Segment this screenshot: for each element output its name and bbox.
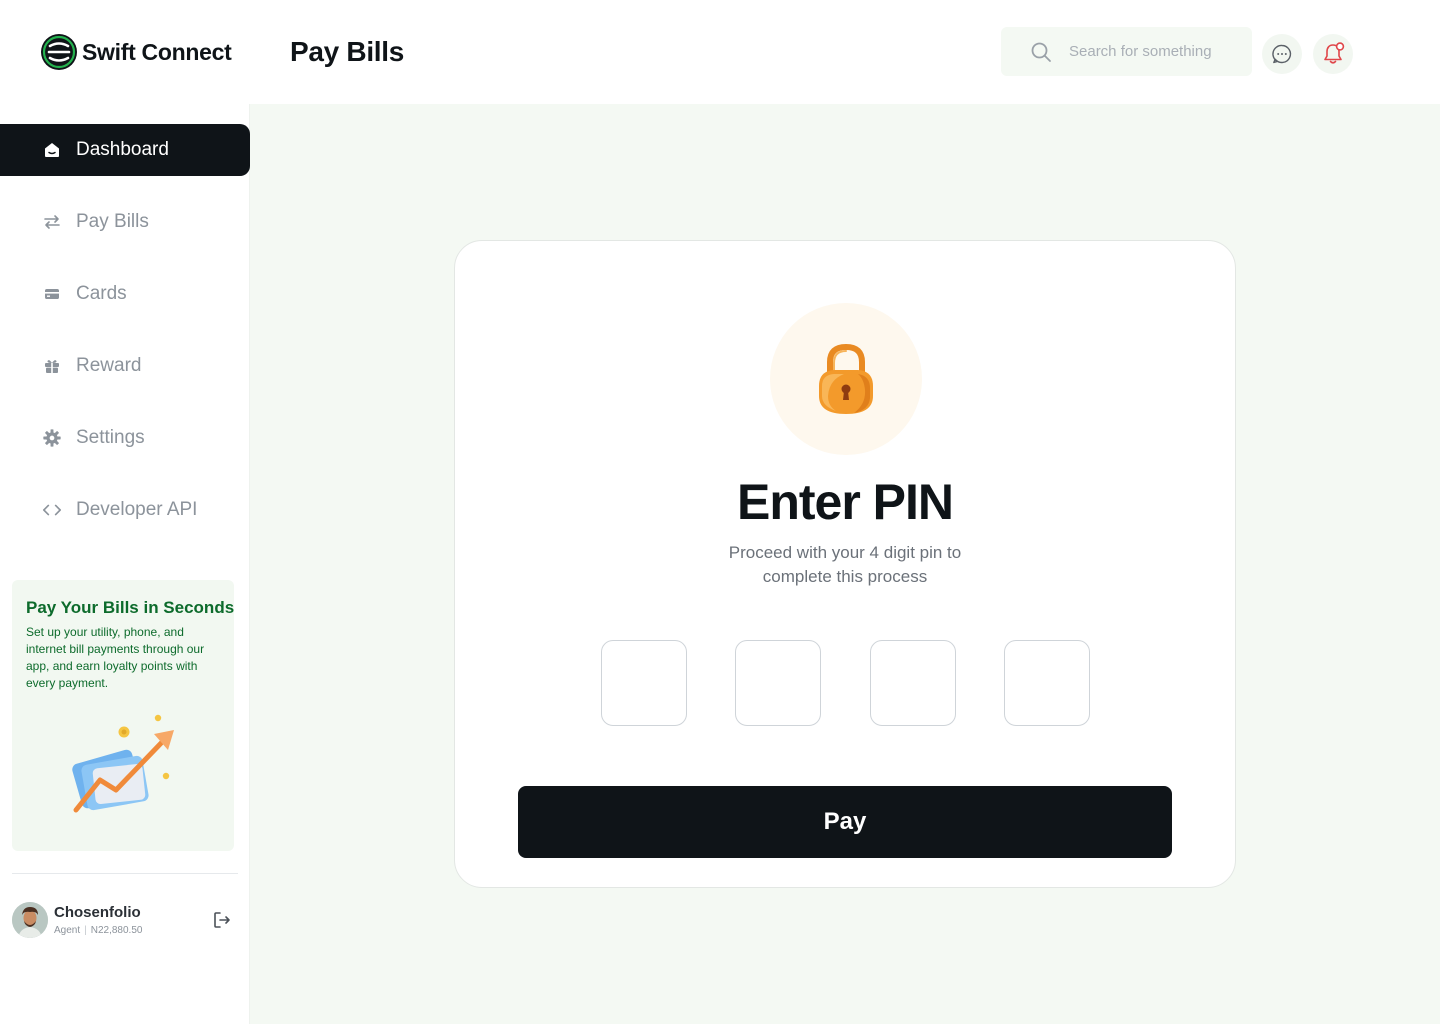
pin-digit-2[interactable] <box>735 640 821 726</box>
sidebar-divider <box>12 873 238 874</box>
profile-balance: N22,880.50 <box>90 925 143 936</box>
user-profile: Chosenfolio Agent | N22,880.50 <box>12 902 238 942</box>
sidebar-item-label: Settings <box>76 427 145 448</box>
home-icon <box>42 140 62 160</box>
promo-card: Pay Your Bills in Seconds Set up your ut… <box>12 580 234 851</box>
pay-button[interactable]: Pay <box>518 786 1172 858</box>
pin-title: Enter PIN <box>736 474 954 530</box>
search-input[interactable] <box>1069 39 1239 63</box>
promo-title: Pay Your Bills in Seconds <box>26 598 235 617</box>
swift-connect-logo-icon <box>41 34 77 70</box>
sidebar-item-dashboard[interactable]: Dashboard <box>0 124 250 176</box>
pin-dialog: Enter PIN Proceed with your 4 digit pin … <box>454 240 1236 888</box>
profile-meta: Agent | N22,880.50 <box>54 925 142 936</box>
promo-text: Set up your utility, phone, and internet… <box>26 625 205 690</box>
logout-icon[interactable] <box>212 910 232 930</box>
sidebar-item-label: Pay Bills <box>76 211 149 232</box>
search-bar[interactable] <box>1001 27 1252 76</box>
meta-separator: | <box>84 925 87 936</box>
app-name: Swift Connect <box>82 38 232 65</box>
pin-digit-1[interactable] <box>601 640 687 726</box>
sidebar-item-label: Reward <box>76 355 142 376</box>
card-icon <box>42 284 62 304</box>
sidebar-item-developer-api[interactable]: Developer API <box>0 484 250 536</box>
transfer-arrows-icon <box>42 212 62 232</box>
pin-subtitle: Proceed with your 4 digit pin to complet… <box>728 543 962 586</box>
sidebar-item-reward[interactable]: Reward <box>0 340 250 392</box>
sidebar-item-label: Cards <box>76 283 127 304</box>
top-header: Swift Connect Pay Bills <box>0 0 1440 104</box>
sidebar-item-settings[interactable]: Settings <box>0 412 250 464</box>
main-content: Enter PIN Proceed with your 4 digit pin … <box>250 104 1440 1024</box>
page-title: Pay Bills <box>290 36 405 67</box>
sidebar: Dashboard Pay Bills Cards Reward Setting… <box>0 104 250 1024</box>
notifications-button[interactable] <box>1313 34 1353 74</box>
pin-digit-4[interactable] <box>1004 640 1090 726</box>
sidebar-item-label: Dashboard <box>76 139 169 160</box>
pin-digit-3[interactable] <box>870 640 956 726</box>
app-logo[interactable]: Swift Connect <box>40 33 232 71</box>
profile-role: Agent <box>54 925 81 936</box>
sidebar-item-label: Developer API <box>76 499 198 520</box>
sidebar-item-cards[interactable]: Cards <box>0 268 250 320</box>
chat-icon <box>1272 44 1292 64</box>
avatar[interactable] <box>12 902 48 938</box>
bell-icon <box>1324 42 1345 64</box>
lock-icon <box>819 343 873 414</box>
messages-button[interactable] <box>1262 34 1302 74</box>
wallet-growth-illustration <box>72 714 174 813</box>
lock-badge <box>770 303 922 455</box>
gift-icon <box>42 356 62 376</box>
code-icon <box>42 500 62 520</box>
search-icon <box>1031 42 1051 62</box>
gear-icon <box>42 428 62 448</box>
profile-name: Chosenfolio <box>54 904 141 921</box>
sidebar-item-pay-bills[interactable]: Pay Bills <box>0 196 250 248</box>
